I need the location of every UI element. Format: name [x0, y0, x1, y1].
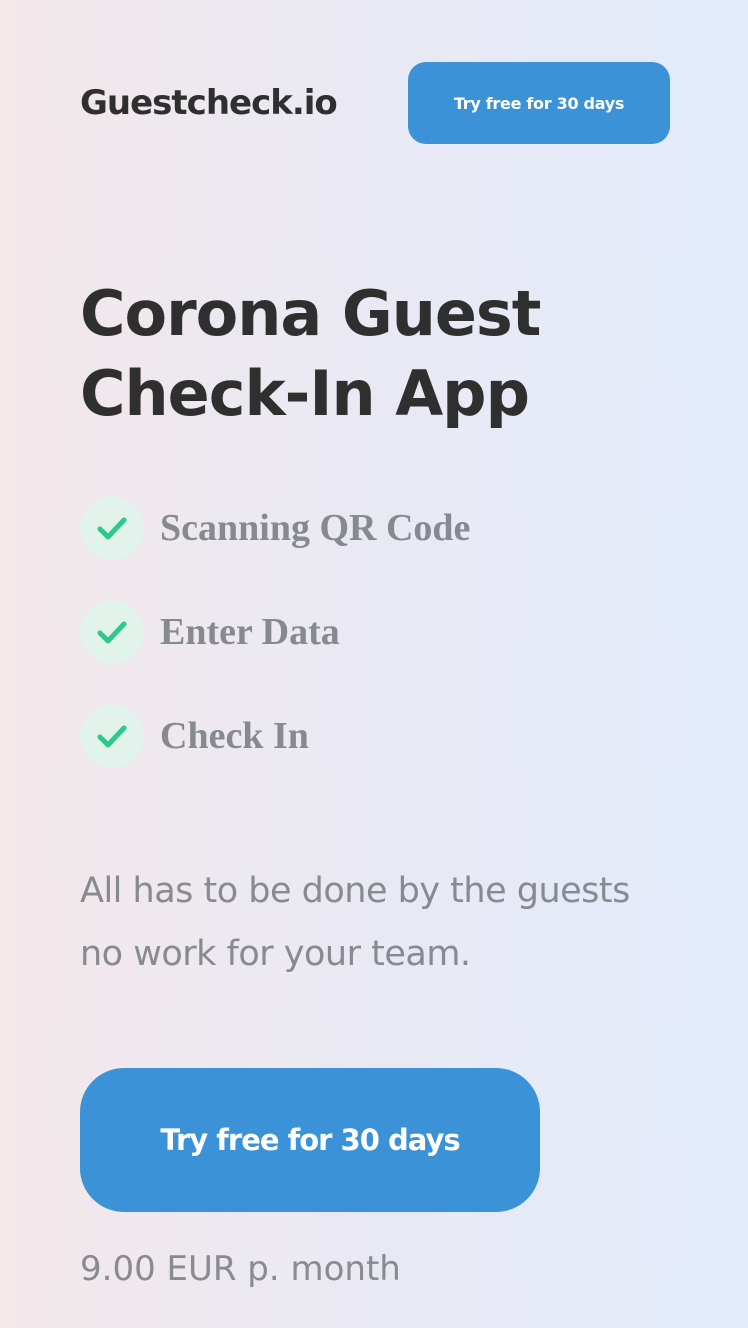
description: All has to be done by the guests no work…: [80, 860, 690, 986]
feature-label: Scanning QR Code: [160, 507, 471, 549]
feature-label: Enter Data: [160, 611, 340, 653]
check-icon: [80, 600, 144, 664]
price-text: 9.00 EUR p. month: [80, 1249, 401, 1289]
feature-item-enter-data: Enter Data: [80, 600, 470, 664]
check-icon: [80, 704, 144, 768]
title-line-2: Check-In App: [80, 357, 530, 430]
feature-list: Scanning QR Code Enter Data Check In: [80, 496, 470, 808]
description-line-1: All has to be done by the guests: [80, 871, 630, 911]
main-trial-button[interactable]: Try free for 30 days: [80, 1068, 540, 1212]
feature-item-check-in: Check In: [80, 704, 470, 768]
page-title: Corona Guest Check-In App: [80, 274, 680, 434]
check-mark: [97, 621, 127, 644]
description-line-2: no work for your team.: [80, 934, 471, 974]
title-line-1: Corona Guest: [80, 277, 541, 350]
feature-item-scanning-qr-code: Scanning QR Code: [80, 496, 470, 560]
check-mark: [97, 517, 127, 540]
header-trial-button[interactable]: Try free for 30 days: [408, 62, 670, 144]
check-mark: [97, 725, 127, 748]
site-header: Guestcheck.io Try free for 30 days: [80, 62, 670, 144]
brand-logo[interactable]: Guestcheck.io: [80, 83, 338, 123]
check-icon: [80, 496, 144, 560]
feature-label: Check In: [160, 715, 309, 757]
